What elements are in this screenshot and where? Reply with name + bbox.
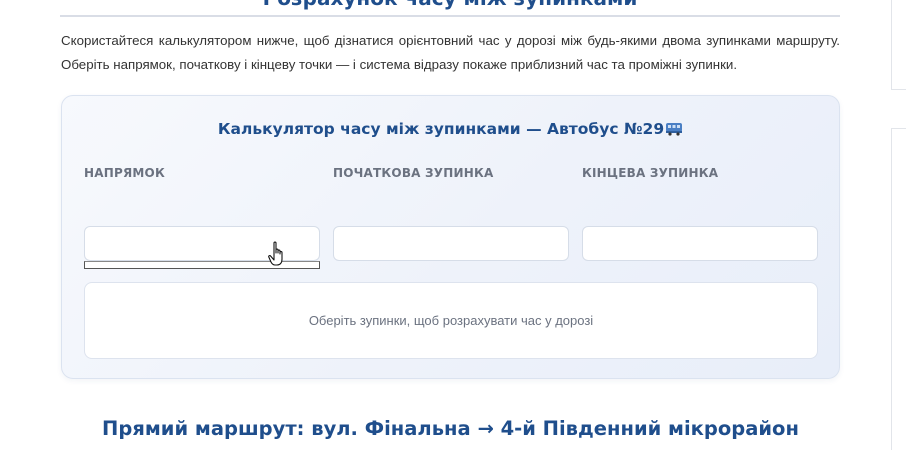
section-heading: Розрахунок часу між зупинками (60, 0, 840, 16)
result-placeholder: Оберіть зупинки, щоб розрахувати час у д… (308, 313, 594, 328)
time-calculator-card: Калькулятор часу між зупинками — Автобус… (61, 95, 840, 379)
bus-icon (665, 122, 683, 140)
calculator-title: Калькулятор часу між зупинками — Автобус… (62, 120, 839, 140)
intro-paragraph: Скористайтеся калькулятором нижче, щоб д… (61, 33, 840, 72)
sidebar-widget-edge (891, 128, 906, 450)
hand-pointer-icon (268, 241, 288, 269)
heading-divider (60, 15, 840, 17)
result-panel: Оберіть зупинки, щоб розрахувати час у д… (84, 282, 818, 359)
end-stop-label: КІНЦЕВА ЗУПИНКА (582, 166, 719, 180)
sidebar-widget-edge (891, 0, 906, 90)
start-stop-label: ПОЧАТКОВА ЗУПИНКА (333, 166, 494, 180)
start-stop-select[interactable] (333, 226, 569, 261)
calculator-title-text: Калькулятор часу між зупинками — Автобус… (217, 120, 665, 138)
route-heading: Прямий маршрут: вул. Фінальна → 4-й Півд… (102, 417, 799, 440)
end-stop-select[interactable] (582, 226, 818, 261)
direction-label: НАПРЯМОК (84, 166, 165, 180)
